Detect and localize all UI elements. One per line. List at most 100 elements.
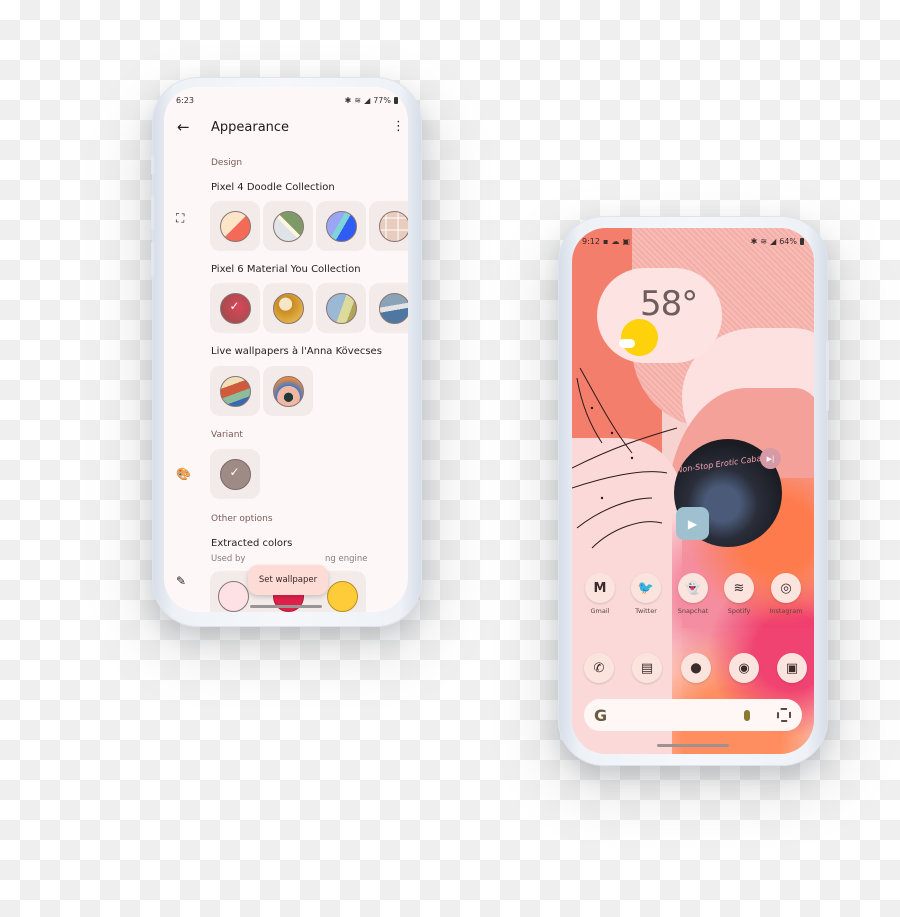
extracted-colors-title: Extracted colors — [211, 538, 293, 549]
wallpaper-swatch — [272, 375, 304, 407]
phone-left: 6:23 ✱ ≋ ◢ 77% ← Appearance ⋮ Design Pix… — [151, 77, 422, 627]
dock-chrome[interactable]: ◉ — [729, 653, 759, 683]
collection-title: Pixel 4 Doodle Collection — [211, 182, 335, 193]
wallpaper-tile[interactable] — [316, 201, 366, 251]
wallpaper-tile[interactable] — [263, 201, 313, 251]
home-indicator[interactable] — [250, 605, 322, 608]
cloud-icon: ☁ — [611, 236, 620, 246]
wallpaper-tile-selected[interactable]: ✓ — [210, 283, 260, 333]
camera-icon: ▣ — [777, 653, 807, 683]
pixel4-doodle-row — [210, 201, 408, 251]
wallpaper-swatch — [219, 375, 251, 407]
google-search-bar[interactable]: G — [584, 699, 802, 731]
dock-maps[interactable]: ⬤ — [681, 653, 711, 683]
image-icon: ▣ — [622, 236, 630, 246]
wallpaper-swatch — [325, 292, 357, 324]
dock-phone[interactable]: ✆ — [584, 653, 614, 683]
sun-icon — [621, 319, 658, 356]
skip-next-button[interactable]: ▶| — [760, 448, 781, 469]
app-twitter[interactable]: 🐦 Twitter — [631, 573, 661, 615]
color-swatch-yellow[interactable] — [327, 581, 358, 612]
back-arrow-icon[interactable]: ← — [177, 118, 190, 136]
palette-icon[interactable]: 🎨 — [176, 467, 191, 481]
battery-text: 77% — [373, 95, 391, 105]
battery-icon — [800, 237, 804, 245]
collection-title: Pixel 6 Material You Collection — [211, 264, 361, 275]
wallpaper-tile[interactable] — [369, 201, 408, 251]
variant-row: ✓ — [210, 449, 260, 499]
wallpaper-icon[interactable]: ⛶ — [176, 211, 184, 226]
home-screen: 9:12 ▪ ☁ ▣ ✱ ≋ ◢ 64% 58° Non-Stop Erotic… — [572, 228, 814, 754]
section-heading-other-options: Other options — [211, 514, 273, 524]
home-indicator[interactable] — [657, 744, 729, 747]
status-time: 9:12 — [582, 236, 600, 246]
play-button[interactable]: ▶ — [676, 507, 709, 540]
chrome-icon: ◉ — [729, 653, 759, 683]
app-gmail[interactable]: M Gmail — [585, 573, 615, 615]
extracted-colors-subtitle-right: ng engine — [325, 554, 368, 564]
bluetooth-icon: ✱ — [344, 95, 352, 105]
wallpaper-swatch: ✓ — [219, 292, 251, 324]
wallpaper-tile[interactable] — [210, 366, 260, 416]
wallpaper-tile[interactable] — [316, 283, 366, 333]
dock-camera[interactable]: ▣ — [777, 653, 807, 683]
app-label: Spotify — [727, 607, 751, 615]
spotify-icon: ≋ — [724, 573, 754, 603]
section-heading-design: Design — [211, 158, 243, 168]
temperature-text: 58° — [640, 284, 698, 324]
lens-icon[interactable] — [777, 708, 791, 722]
wallpaper-swatch — [219, 210, 251, 242]
snapchat-icon: 👻 — [678, 573, 708, 603]
wallpaper-tile[interactable] — [210, 201, 260, 251]
messages-icon: ▤ — [632, 653, 662, 683]
wifi-icon: ≋ — [760, 236, 768, 246]
google-g-logo: G — [594, 705, 608, 725]
wallpaper-tile[interactable] — [263, 366, 313, 416]
wallpaper-tile[interactable] — [369, 283, 408, 333]
dock-messages[interactable]: ▤ — [632, 653, 662, 683]
app-label: Gmail — [590, 607, 610, 615]
app-snapchat[interactable]: 👻 Snapchat — [678, 573, 708, 615]
collection-title: Live wallpapers à l'Anna Kövecses — [211, 346, 382, 357]
wallpaper-swatch — [378, 210, 408, 242]
maps-pin-icon: ⬤ — [681, 653, 711, 683]
wallpaper-lily-drawing — [572, 367, 678, 549]
instagram-icon: ◎ — [771, 573, 801, 603]
phone-right: 9:12 ▪ ☁ ▣ ✱ ≋ ◢ 64% 58° Non-Stop Erotic… — [558, 216, 829, 766]
signal-icon: ◢ — [770, 236, 777, 246]
eyedropper-icon[interactable]: ✎ — [176, 574, 186, 588]
status-time: 6:23 — [176, 95, 194, 105]
cloud-icon — [619, 339, 635, 348]
wallpaper-swatch — [325, 210, 357, 242]
battery-icon — [394, 96, 398, 104]
section-heading-variant: Variant — [211, 430, 243, 440]
wallpaper-swatch — [272, 292, 304, 324]
app-label: Snapchat — [677, 607, 709, 615]
wallpaper-swatch — [272, 210, 304, 242]
app-instagram[interactable]: ◎ Instagram — [769, 573, 803, 615]
signal-icon: ◢ — [364, 95, 371, 105]
variant-swatch: ✓ — [219, 458, 251, 490]
set-wallpaper-button[interactable]: Set wallpaper — [248, 565, 328, 595]
check-icon: ✓ — [229, 464, 240, 479]
side-button — [826, 341, 829, 411]
battery-text: 64% — [779, 236, 797, 246]
check-icon: ✓ — [229, 298, 240, 313]
wifi-icon: ≋ — [354, 95, 362, 105]
app-label: Instagram — [769, 607, 803, 615]
live-wallpapers-row — [210, 366, 313, 416]
mic-icon[interactable] — [744, 709, 750, 721]
app-spotify[interactable]: ≋ Spotify — [724, 573, 754, 615]
side-button — [151, 195, 154, 230]
variant-tile-selected[interactable]: ✓ — [210, 449, 260, 499]
wallpaper-tile[interactable] — [263, 283, 313, 333]
appearance-screen: 6:23 ✱ ≋ ◢ 77% ← Appearance ⋮ Design Pix… — [164, 87, 408, 612]
app-bar: ← Appearance ⋮ — [164, 115, 408, 139]
twitter-icon: 🐦 — [631, 573, 661, 603]
gmail-icon: M — [585, 573, 615, 603]
status-bar: 6:23 ✱ ≋ ◢ 77% — [176, 94, 398, 106]
more-vert-icon[interactable]: ⋮ — [392, 120, 405, 133]
color-swatch-pink[interactable] — [218, 581, 249, 612]
notification-icon: ▪ — [602, 236, 609, 246]
side-button — [151, 155, 154, 175]
